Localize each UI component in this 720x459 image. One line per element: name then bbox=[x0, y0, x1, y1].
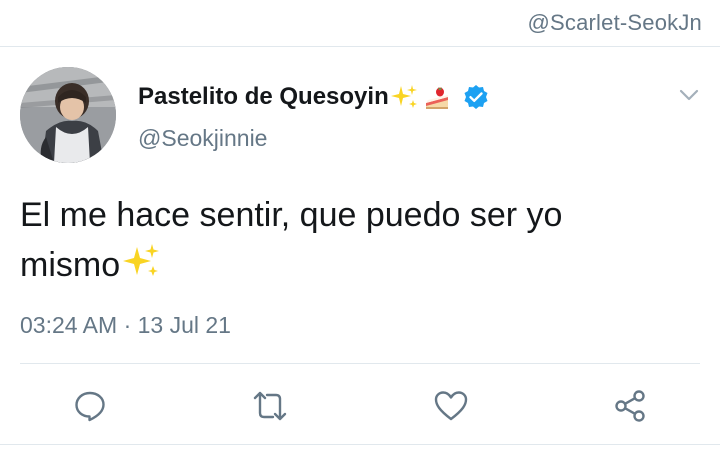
reply-bubble-icon bbox=[75, 391, 105, 422]
sparkles-icon bbox=[390, 83, 419, 111]
heart-icon bbox=[434, 391, 468, 421]
tweet-screenshot: @Scarlet-SeokJn Pastelito de Quesoyin @S… bbox=[0, 0, 720, 459]
reply-button[interactable] bbox=[70, 386, 110, 426]
tweet-text-line-2: mismo bbox=[20, 246, 121, 284]
sparkles-icon bbox=[122, 242, 162, 282]
display-name[interactable]: Pastelito de Quesoyin bbox=[138, 83, 389, 111]
author-name-row[interactable]: Pastelito de Quesoyin bbox=[138, 80, 489, 114]
tweet-text: El me hace sentir, que puedo ser yo mism… bbox=[20, 190, 700, 290]
tweet-timestamp[interactable]: 03:24 AM · 13 Jul 21 bbox=[20, 312, 231, 339]
watermark-bar: @Scarlet-SeokJn bbox=[0, 0, 720, 47]
divider bbox=[0, 444, 720, 445]
share-button[interactable] bbox=[610, 386, 650, 426]
watermark-handle: @Scarlet-SeokJn bbox=[527, 10, 702, 35]
retweet-icon bbox=[253, 391, 287, 421]
shortcake-icon bbox=[423, 83, 451, 111]
tweet-text-line-1: El me hace sentir, que puedo ser yo bbox=[20, 196, 563, 234]
tweet-actions-bar bbox=[0, 380, 720, 430]
divider bbox=[20, 363, 700, 364]
chevron-down-icon[interactable] bbox=[678, 84, 700, 106]
avatar-image bbox=[20, 67, 116, 163]
retweet-button[interactable] bbox=[250, 386, 290, 426]
verified-badge-icon bbox=[463, 84, 489, 110]
share-icon bbox=[615, 390, 645, 422]
like-button[interactable] bbox=[431, 386, 471, 426]
author-handle[interactable]: @Seokjinnie bbox=[138, 125, 267, 152]
avatar[interactable] bbox=[20, 67, 116, 163]
